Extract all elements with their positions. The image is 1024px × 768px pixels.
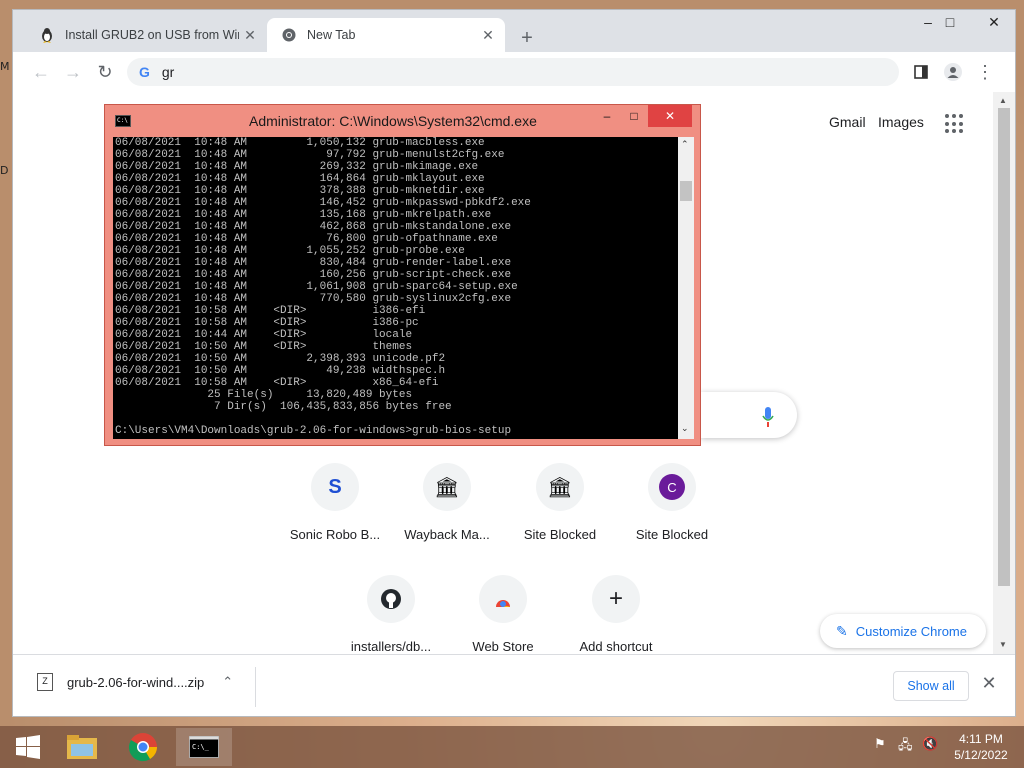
clock-date: 5/12/2022	[954, 748, 1008, 762]
address-bar-text: gr	[161, 64, 175, 80]
cmd-minimize-button[interactable]: –	[593, 105, 621, 127]
shortcut-label: Site Blocked	[523, 527, 597, 542]
cmd-titlebar[interactable]: C:\ Administrator: C:\Windows\System32\c…	[105, 105, 700, 135]
svg-text:C:\_: C:\_	[192, 743, 210, 751]
shortcut-tile[interactable]: 🏛 Wayback Ma...	[391, 463, 503, 563]
scroll-down-icon[interactable]: ▼	[999, 640, 1007, 649]
scroll-up-icon[interactable]: ▲	[999, 96, 1007, 105]
cmd-window: C:\ Administrator: C:\Windows\System32\c…	[104, 104, 701, 446]
shortcut-label: Site Blocked	[635, 527, 709, 542]
profile-avatar-icon[interactable]	[939, 58, 967, 86]
cmd-taskbar-icon[interactable]: C:\_	[176, 728, 232, 766]
google-apps-icon[interactable]	[945, 114, 965, 134]
tab-new-tab[interactable]: New Tab ✕	[267, 18, 505, 52]
zip-file-icon: Z	[37, 673, 53, 691]
back-arrow-icon[interactable]: ←	[27, 58, 55, 86]
window-close-button[interactable]: ✕	[979, 10, 1009, 34]
kebab-menu-icon[interactable]: ⋮	[971, 58, 999, 86]
cmd-scrollbar[interactable]: ⌃ ⌄	[678, 137, 694, 439]
shortcut-label: Add shortcut	[579, 639, 653, 654]
download-bar: Z grub-2.06-for-wind....zip ⌃ Show all ✕	[13, 654, 1015, 716]
download-filename: grub-2.06-for-wind....zip	[67, 674, 205, 690]
chrome-icon	[281, 27, 297, 43]
scrollbar-thumb[interactable]	[998, 108, 1010, 586]
clock-time: 4:11 PM	[959, 732, 1003, 746]
microphone-icon[interactable]	[761, 406, 775, 428]
taskbar-clock[interactable]: 4:11 PM 5/12/2022	[948, 731, 1014, 763]
chevron-up-icon[interactable]: ⌃	[222, 674, 233, 690]
tab-label: Install GRUB2 on USB from Windo	[65, 28, 239, 42]
taskbar: C:\_ ⚑ 🖧 🔇 4:11 PM 5/12/2022	[0, 726, 1024, 768]
shortcut-label: Sonic Robo B...	[289, 527, 381, 542]
images-link[interactable]: Images	[878, 114, 924, 130]
google-g-icon: G	[139, 64, 150, 80]
shortcut-label: Web Store	[472, 639, 534, 654]
new-tab-button[interactable]: +	[513, 24, 541, 52]
archive-building-icon: 🏛	[536, 463, 584, 511]
tab-close-icon[interactable]: ✕	[477, 27, 499, 44]
console-text: 06/08/2021 10:48 AM 1,050,132 grub-macbl…	[115, 137, 531, 437]
customize-chrome-button[interactable]: ✎ Customize Chrome	[820, 614, 986, 648]
cmd-close-button[interactable]: ✕	[648, 105, 692, 127]
divider	[255, 667, 256, 707]
cmd-scrollbar-thumb[interactable]	[680, 181, 692, 201]
file-explorer-icon[interactable]	[54, 728, 110, 766]
shortcut-label: installers/db...	[350, 639, 432, 654]
page-scrollbar[interactable]: ▲ ▼	[993, 92, 1015, 654]
download-item[interactable]: Z grub-2.06-for-wind....zip ⌃	[37, 673, 233, 691]
action-center-flag-icon[interactable]: ⚑	[874, 736, 886, 752]
search-box[interactable]	[701, 392, 797, 438]
forward-arrow-icon[interactable]: →	[59, 58, 87, 86]
sonic-icon: S	[311, 463, 359, 511]
browser-toolbar: ← → ↻ G gr ⋮	[13, 52, 1015, 92]
show-all-button[interactable]: Show all	[893, 671, 969, 701]
letter-c-icon: C	[648, 463, 696, 511]
add-icon: +	[592, 575, 640, 623]
console-output[interactable]: 06/08/2021 10:48 AM 1,050,132 grub-macbl…	[113, 137, 678, 439]
tab-grub-install[interactable]: Install GRUB2 on USB from Windo ✕	[25, 18, 267, 52]
cmd-title: Administrator: C:\Windows\System32\cmd.e…	[249, 113, 537, 129]
linux-penguin-icon	[39, 27, 55, 43]
customize-label: Customize Chrome	[855, 623, 967, 639]
web-store-icon	[479, 575, 527, 623]
cmd-maximize-button[interactable]: □	[620, 105, 648, 127]
side-panel-icon[interactable]	[907, 58, 935, 86]
chrome-taskbar-icon[interactable]	[115, 728, 171, 766]
archive-building-icon: 🏛	[423, 463, 471, 511]
shortcut-tile[interactable]: C Site Blocked	[616, 463, 728, 563]
cmd-icon: C:\	[115, 115, 131, 127]
volume-muted-icon[interactable]: 🔇	[922, 736, 938, 752]
maximize-button[interactable]: □	[935, 10, 965, 34]
tab-close-icon[interactable]: ✕	[239, 27, 261, 44]
address-bar[interactable]: G gr	[127, 58, 899, 86]
scroll-down-icon[interactable]: ⌄	[681, 423, 689, 434]
desktop-icon-label[interactable]: D	[0, 164, 12, 178]
tab-label: New Tab	[307, 28, 356, 42]
pencil-icon: ✎	[836, 622, 848, 639]
close-icon[interactable]: ✕	[977, 673, 1001, 697]
reload-icon[interactable]: ↻	[91, 58, 119, 86]
shortcut-tile[interactable]: 🏛 Site Blocked	[504, 463, 616, 563]
github-icon	[367, 575, 415, 623]
shortcut-tile[interactable]: S Sonic Robo B...	[279, 463, 391, 563]
shortcut-label: Wayback Ma...	[404, 527, 490, 542]
network-icon[interactable]: 🖧	[898, 736, 913, 758]
windows-start-icon[interactable]	[0, 728, 56, 766]
desktop-icon-label[interactable]: M	[0, 60, 12, 74]
scroll-up-icon[interactable]: ⌃	[681, 139, 689, 150]
gmail-link[interactable]: Gmail	[829, 114, 866, 130]
